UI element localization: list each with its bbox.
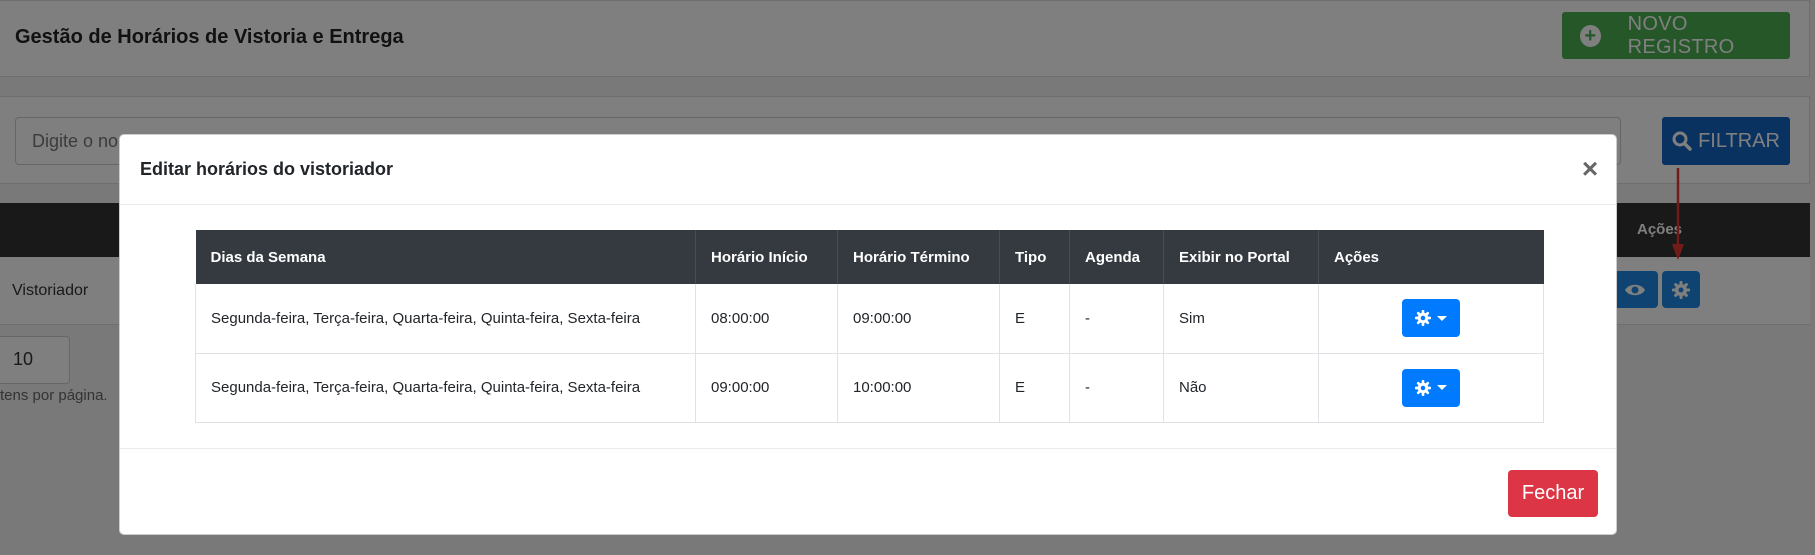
cell-end: 10:00:00 bbox=[837, 353, 1000, 423]
cell-days: Segunda-feira, Terça-feira, Quarta-feira… bbox=[195, 353, 696, 423]
close-icon[interactable]: × bbox=[1578, 155, 1602, 183]
cell-actions bbox=[1318, 284, 1544, 354]
table-row: Segunda-feira, Terça-feira, Quarta-feira… bbox=[195, 353, 1544, 423]
modal-footer: Fechar bbox=[120, 448, 1616, 536]
column-header-end: Horário Término bbox=[837, 230, 1000, 284]
column-header-start: Horário Início bbox=[695, 230, 838, 284]
close-button[interactable]: Fechar bbox=[1508, 470, 1598, 517]
gear-icon bbox=[1415, 310, 1431, 327]
cell-portal: Não bbox=[1163, 353, 1319, 423]
row-settings-dropdown-button[interactable] bbox=[1402, 299, 1460, 338]
cell-end: 09:00:00 bbox=[837, 284, 1000, 354]
table-row: Segunda-feira, Terça-feira, Quarta-feira… bbox=[195, 284, 1544, 354]
schedule-table: Dias da Semana Horário Início Horário Té… bbox=[195, 230, 1544, 423]
cell-days: Segunda-feira, Terça-feira, Quarta-feira… bbox=[195, 284, 696, 354]
cell-actions bbox=[1318, 353, 1544, 423]
cell-agenda: - bbox=[1069, 353, 1164, 423]
modal-header: Editar horários do vistoriador × bbox=[120, 135, 1616, 205]
schedule-table-header: Dias da Semana Horário Início Horário Té… bbox=[195, 230, 1544, 284]
edit-schedule-modal: Editar horários do vistoriador × Dias da… bbox=[119, 134, 1617, 535]
column-header-portal: Exibir no Portal bbox=[1163, 230, 1319, 284]
column-header-type: Tipo bbox=[999, 230, 1070, 284]
caret-down-icon bbox=[1437, 385, 1447, 390]
cell-portal: Sim bbox=[1163, 284, 1319, 354]
caret-down-icon bbox=[1437, 315, 1447, 321]
cell-start: 08:00:00 bbox=[695, 284, 838, 354]
row-settings-dropdown-button[interactable] bbox=[1402, 368, 1460, 407]
gear-icon bbox=[1415, 379, 1431, 396]
cell-start: 09:00:00 bbox=[695, 353, 838, 423]
column-header-agenda: Agenda bbox=[1069, 230, 1164, 284]
cell-type: E bbox=[999, 284, 1070, 354]
modal-title: Editar horários do vistoriador bbox=[140, 159, 394, 179]
cell-agenda: - bbox=[1069, 284, 1164, 354]
column-header-actions: Ações bbox=[1318, 230, 1544, 284]
cell-type: E bbox=[999, 353, 1070, 423]
column-header-days: Dias da Semana bbox=[195, 230, 696, 284]
